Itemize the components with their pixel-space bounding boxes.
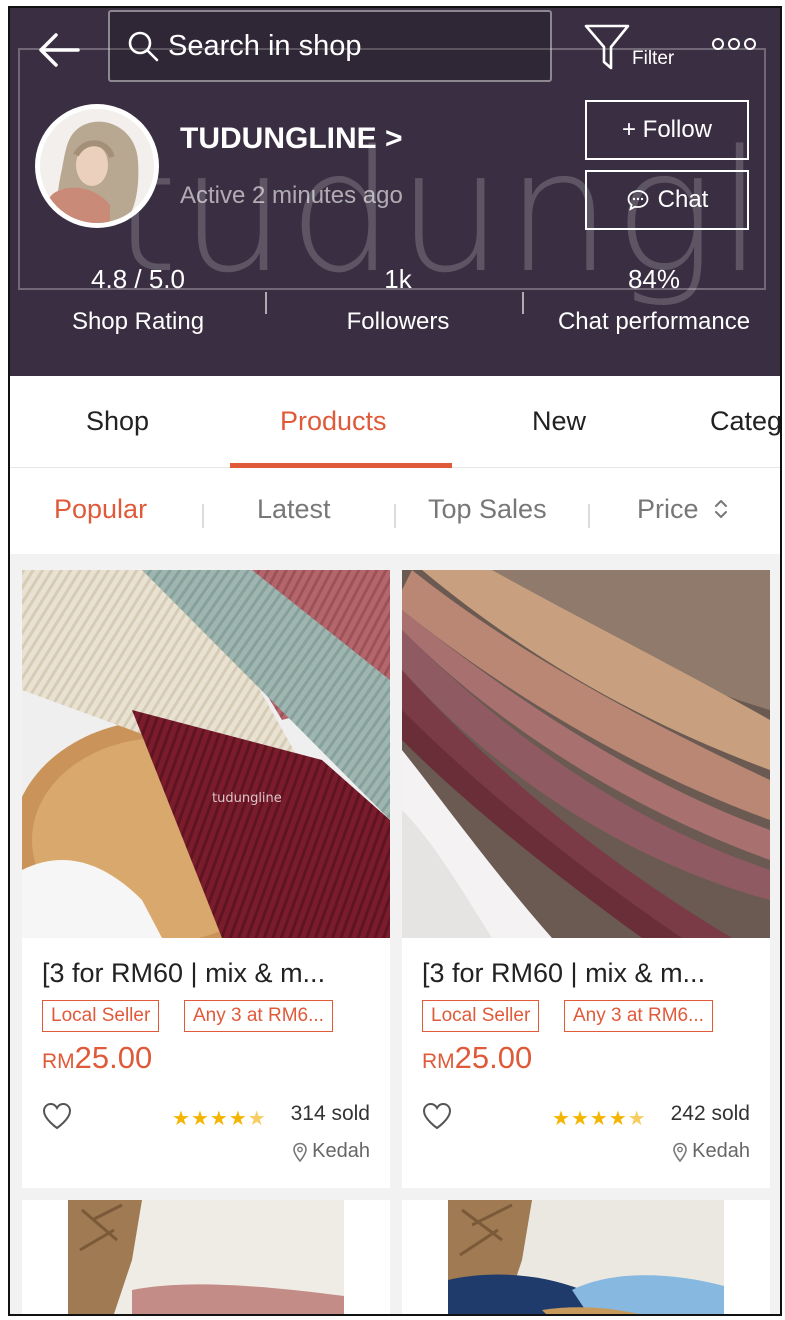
filter-icon [584,24,630,70]
star-icon: ★ [190,1108,210,1130]
app-frame: tudungline Search in shop Filter [8,6,782,1316]
product-location: Kedah [292,1140,370,1163]
back-arrow-icon[interactable] [32,22,88,78]
price-currency: RM [422,1050,455,1073]
stat-value: 1k [384,264,412,294]
sort-divider [202,504,204,528]
price-amount: 25.00 [74,1040,153,1075]
stat-label: Shop Rating [71,308,205,335]
sort-popular[interactable]: Popular [54,494,147,525]
product-location: Kedah [672,1140,750,1163]
image-watermark: tudungline [212,791,282,806]
filter-button[interactable]: Filter [580,18,686,78]
sort-top-sales[interactable]: Top Sales [428,494,547,525]
tab-new[interactable]: New [532,406,586,437]
product-image[interactable] [402,570,770,938]
tab-products[interactable]: Products [280,406,387,437]
product-image[interactable] [22,1200,390,1316]
location-label: Kedah [312,1140,370,1162]
shop-active-status: Active 2 minutes ago [180,182,403,209]
tag-bundle-deal: Any 3 at RM6... [564,1000,713,1032]
sort-arrows-icon [715,500,728,518]
product-price: RM25.00 [42,1040,152,1076]
shop-avatar[interactable] [35,104,159,228]
tag-bundle-deal: Any 3 at RM6... [184,1000,333,1032]
product-card[interactable]: tudungline [3 for RM60 | mix & m... Loca… [22,570,390,1188]
tab-shop[interactable]: Shop [86,406,149,437]
location-pin-icon [293,1142,307,1162]
follow-button[interactable]: + Follow [585,100,749,160]
stat-value: 84% [627,264,681,294]
star-icon: ★ [570,1108,590,1130]
product-title[interactable]: [3 for RM60 | mix & m... [42,958,325,989]
chat-bubble-icon [627,190,649,211]
sort-price[interactable]: Price [637,494,730,525]
chat-button[interactable]: Chat [585,170,749,230]
stat-shop-rating: 4.8 / 5.0 Shop Rating [58,264,218,336]
product-photo: tudungline [22,570,390,938]
shop-name-link[interactable]: TUDUNGLINE > [180,122,403,156]
location-pin-icon [673,1142,687,1162]
stat-divider [522,292,524,314]
star-icon: ★ [627,1108,647,1130]
chat-label: Chat [657,186,709,213]
heart-icon[interactable] [42,1102,72,1130]
stat-value: 4.8 / 5.0 [91,264,185,294]
star-icon: ★ [589,1108,609,1130]
star-icon: ★ [209,1108,229,1130]
search-input[interactable]: Search in shop [108,10,552,82]
price-currency: RM [42,1050,75,1073]
shop-header: tudungline Search in shop Filter [10,8,780,376]
stat-followers: 1k Followers [318,264,478,336]
filter-label: Filter [632,48,675,69]
heart-icon[interactable] [422,1102,452,1130]
product-image[interactable] [402,1200,770,1316]
search-placeholder: Search in shop [168,29,362,62]
rating-stars: ★★★★★ [172,1106,267,1131]
stat-label: Followers [346,308,450,335]
more-icon[interactable] [710,32,758,56]
sort-divider [588,504,590,528]
star-icon: ★ [172,1108,191,1130]
tag-local-seller: Local Seller [42,1000,160,1032]
product-price: RM25.00 [422,1040,532,1076]
sort-bar: Popular Latest Top Sales Price [10,468,780,554]
product-card[interactable]: [3 for RM60 | mix & m... Local Seller An… [402,570,770,1188]
product-image[interactable]: tudungline [22,570,390,938]
stat-chat-performance: 84% Chat performance [544,264,764,336]
product-title[interactable]: [3 for RM60 | mix & m... [422,958,705,989]
sold-count: 242 sold [670,1102,750,1125]
star-icon: ★ [608,1108,628,1130]
star-icon: ★ [247,1108,267,1130]
avatar-image [40,109,154,223]
product-card[interactable] [402,1200,770,1316]
sold-count: 314 sold [290,1102,370,1125]
location-label: Kedah [692,1140,750,1162]
tag-local-seller: Local Seller [422,1000,540,1032]
rating-stars: ★★★★★ [552,1106,647,1131]
star-icon: ★ [228,1108,248,1130]
product-photo [402,570,770,938]
tab-categories[interactable]: Categ [710,406,780,437]
price-amount: 25.00 [454,1040,533,1075]
sort-divider [394,504,396,528]
search-icon [128,31,159,62]
star-icon: ★ [552,1108,571,1130]
shop-tabs: Shop Products New Categ [10,376,780,468]
sort-latest[interactable]: Latest [257,494,331,525]
stat-label: Chat performance [557,308,751,335]
product-card[interactable] [22,1200,390,1316]
sort-price-label: Price [637,494,699,524]
stat-divider [265,292,267,314]
